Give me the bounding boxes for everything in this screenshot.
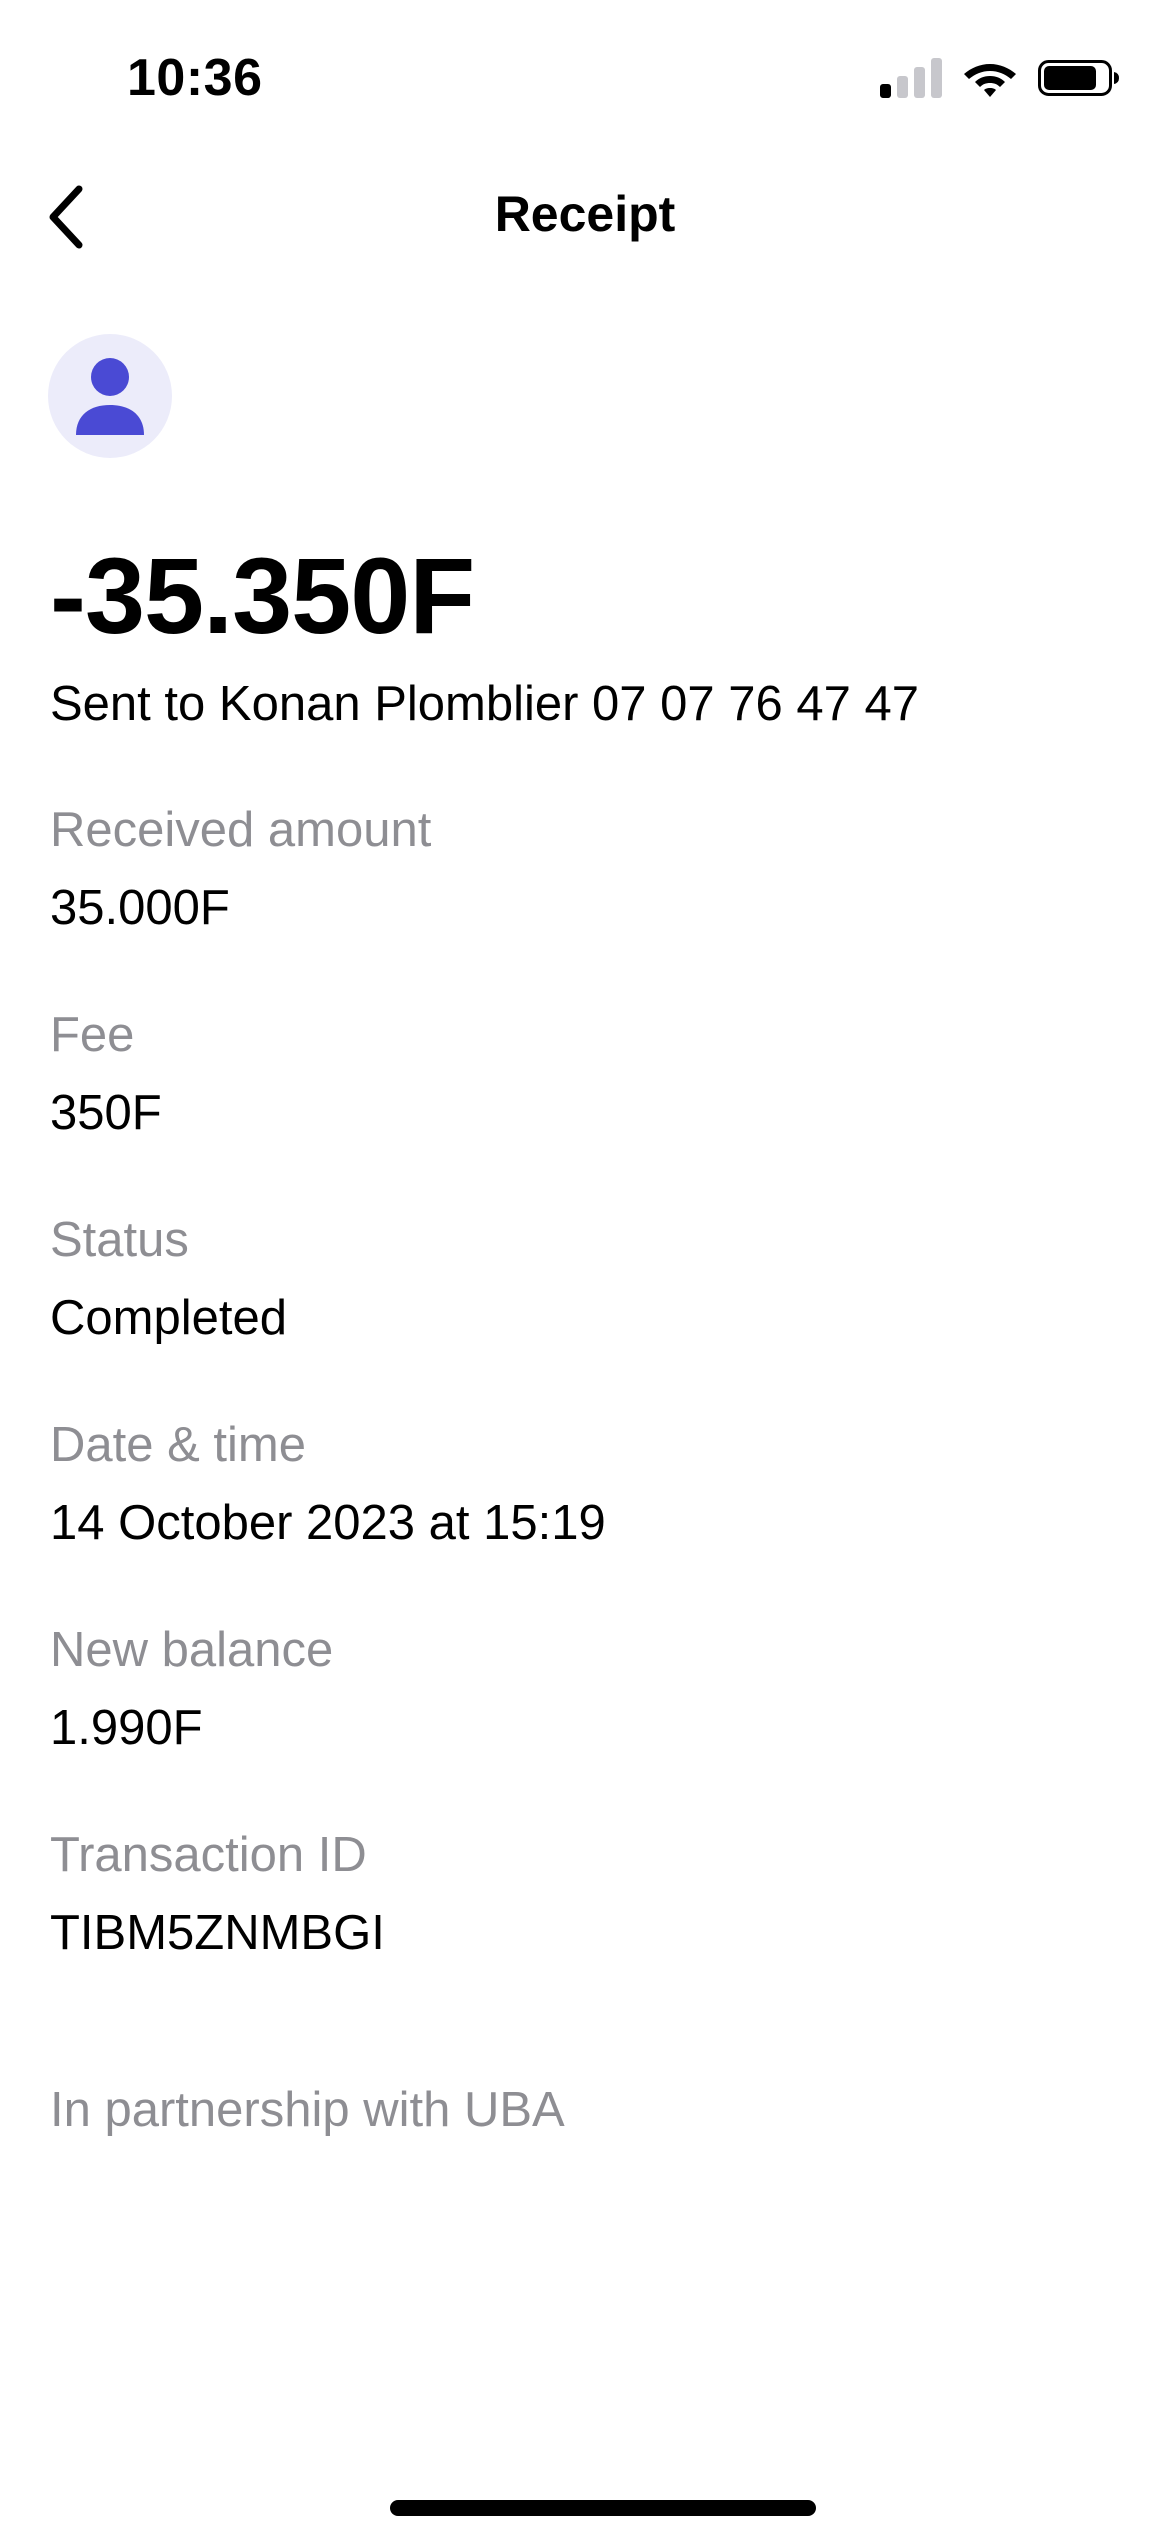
avatar — [48, 334, 172, 458]
partnership-note: In partnership with UBA — [50, 2083, 565, 2137]
status-field: Status Completed — [50, 1208, 1130, 1413]
wifi-icon — [964, 64, 1016, 97]
field-value: 14 October 2023 at 15:19 — [50, 1496, 606, 1550]
person-icon — [76, 358, 144, 435]
page-title: Receipt — [494, 186, 676, 242]
field-value: 350F — [50, 1086, 162, 1140]
battery-icon — [1038, 60, 1119, 96]
field-label: Status — [50, 1213, 189, 1267]
recipient-line: Sent to Konan Plomblier 07 07 76 47 47 — [50, 677, 920, 731]
transaction-amount: -35.350F — [50, 535, 475, 656]
status-bar: 10:36 — [0, 0, 1170, 150]
receipt-details: Received amount 35.000F Fee 350F Status … — [50, 798, 1130, 2028]
field-label: Date & time — [50, 1418, 306, 1472]
signal-icon — [880, 58, 942, 98]
new-balance-field: New balance 1.990F — [50, 1618, 1130, 1823]
field-label: Transaction ID — [50, 1828, 367, 1882]
status-time: 10:36 — [127, 49, 263, 107]
field-value: 1.990F — [50, 1701, 203, 1755]
field-value: TIBM5ZNMBGI — [50, 1906, 385, 1960]
field-value: 35.000F — [50, 881, 230, 935]
received-amount-field: Received amount 35.000F — [50, 798, 1130, 1003]
navigation-bar: Receipt — [0, 160, 1170, 270]
field-value: Completed — [50, 1291, 287, 1345]
fee-field: Fee 350F — [50, 1003, 1130, 1208]
field-label: Fee — [50, 1008, 135, 1062]
field-label: Received amount — [50, 803, 432, 857]
home-indicator[interactable] — [390, 2500, 816, 2516]
transaction-id-field: Transaction ID TIBM5ZNMBGI — [50, 1823, 1130, 2028]
field-label: New balance — [50, 1623, 334, 1677]
date-time-field: Date & time 14 October 2023 at 15:19 — [50, 1413, 1130, 1618]
